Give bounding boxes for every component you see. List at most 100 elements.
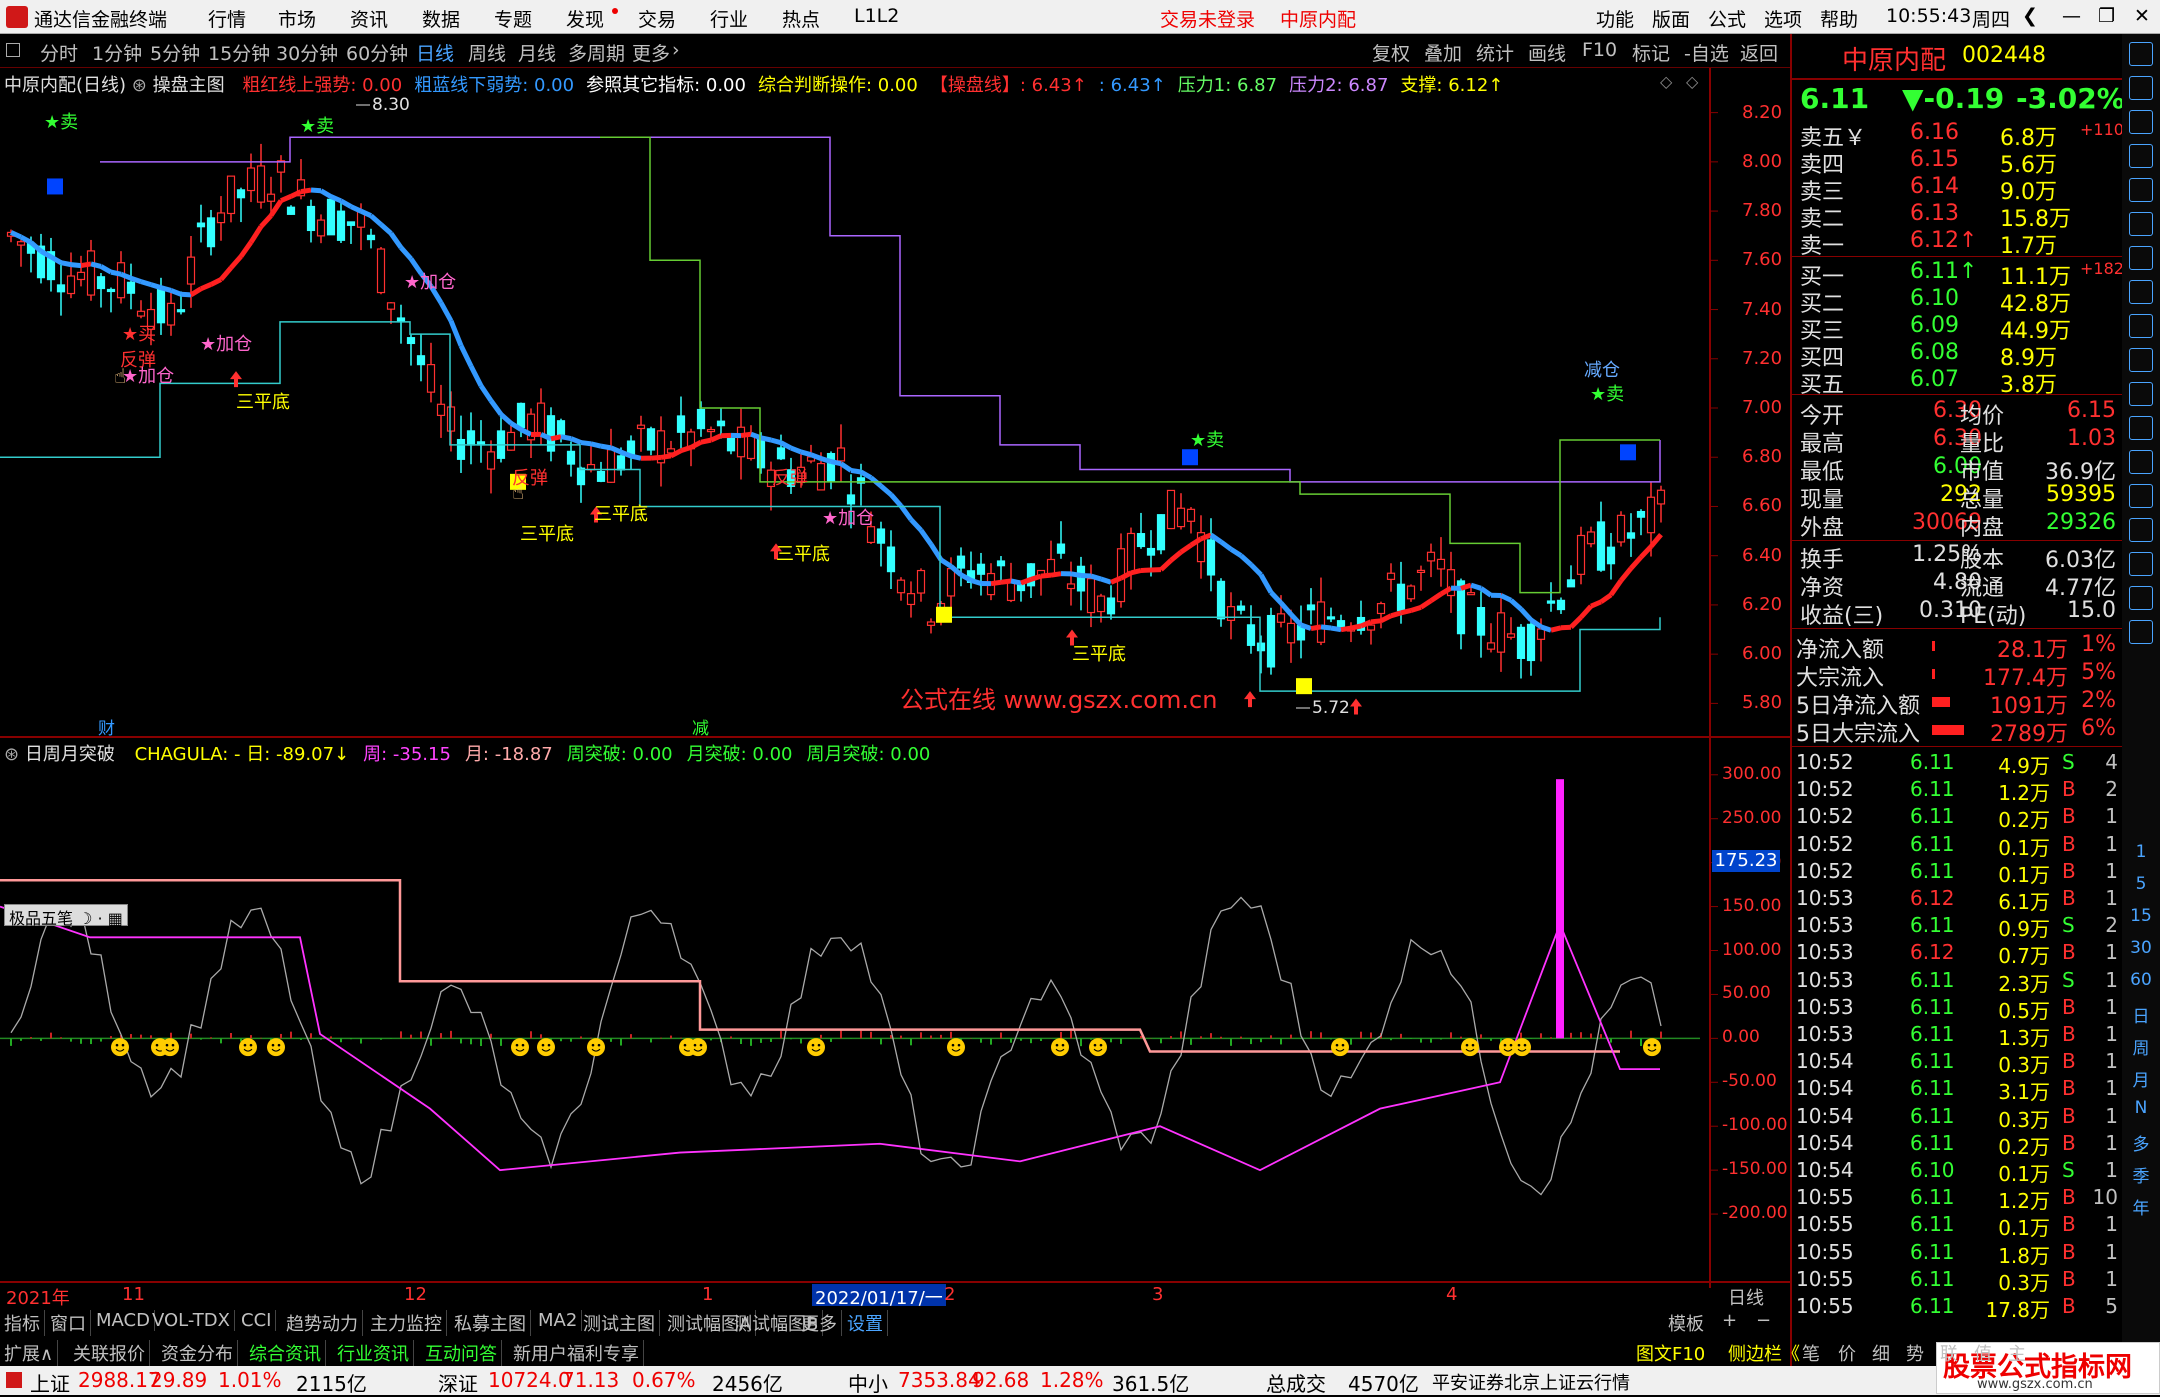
menu-item-shichang[interactable]: 市场 xyxy=(278,5,316,32)
fz-icon[interactable] xyxy=(2129,382,2153,406)
panel-tab[interactable]: 侧边栏《 xyxy=(1728,1340,1800,1366)
orderbook-row[interactable]: 买一6.11↑11.1万+182 xyxy=(1792,259,2122,286)
template-control[interactable]: − xyxy=(1756,1310,1771,1331)
lines-icon[interactable] xyxy=(2129,246,2153,270)
grid-icon[interactable] xyxy=(2129,348,2153,372)
orderbook-row[interactable]: 买三6.0944.9万 xyxy=(1792,313,2122,340)
tick-row[interactable]: 10:536.110.9万S2 xyxy=(1792,913,2122,940)
panel-tab[interactable]: 细 xyxy=(1872,1340,1890,1366)
button-f10[interactable]: F10 xyxy=(1582,39,1617,61)
side-period-button[interactable]: 15 xyxy=(2122,906,2160,926)
diamond-icon[interactable]: ◇ xyxy=(1686,72,1698,91)
info-tab[interactable]: 扩展∧ xyxy=(4,1340,58,1366)
side-period-button[interactable]: 周 xyxy=(2122,1034,2160,1059)
orderbook-row[interactable]: 卖一6.12↑1.7万 xyxy=(1792,228,2122,255)
button-zixuan[interactable]: -自选 xyxy=(1684,39,1729,66)
button-biaoji[interactable]: 标记 xyxy=(1632,39,1670,66)
indicator-tab[interactable]: MACD xyxy=(96,1310,155,1331)
chart-icon[interactable] xyxy=(2129,110,2153,134)
back-arrow-icon[interactable]: ❮ xyxy=(2022,5,2038,27)
side-period-button[interactable]: 5 xyxy=(2122,874,2160,894)
menu-item-zhuanti[interactable]: 专题 xyxy=(494,5,532,32)
menu-item-jiaoyi[interactable]: 交易 xyxy=(638,5,676,32)
moon-icon[interactable]: ☽ xyxy=(78,909,92,928)
period-15min[interactable]: 15分钟 xyxy=(208,39,270,66)
tick-row[interactable]: 10:536.120.7万B1 xyxy=(1792,940,2122,967)
menu-item-zixun[interactable]: 资讯 xyxy=(350,5,388,32)
period-60min[interactable]: 60分钟 xyxy=(346,39,408,66)
period-5min[interactable]: 5分钟 xyxy=(150,39,200,66)
side-period-button[interactable]: 60 xyxy=(2122,970,2160,990)
menu-item-faxian[interactable]: 发现 xyxy=(566,5,604,32)
info-tab[interactable]: 关联报价 xyxy=(73,1340,150,1366)
index-name[interactable]: 中小 xyxy=(848,1368,888,1397)
indicator-tab[interactable]: 趋势动力 xyxy=(286,1310,363,1336)
button-diejia[interactable]: 叠加 xyxy=(1424,39,1462,66)
side-period-button[interactable]: 30 xyxy=(2122,938,2160,958)
side-period-button[interactable]: 年 xyxy=(2122,1194,2160,1219)
button-fuquan[interactable]: 复权 xyxy=(1372,39,1410,66)
diamond-icon[interactable]: ◇ xyxy=(1660,72,1672,91)
close-icon[interactable]: ✕ xyxy=(2134,5,2150,27)
sub-chart-title[interactable]: 日周月突破 xyxy=(25,744,115,765)
indicator-tab[interactable]: MA2 xyxy=(538,1310,582,1331)
indicator-tab[interactable]: 测试主图 xyxy=(583,1310,660,1336)
menu-item-shuju[interactable]: 数据 xyxy=(422,5,460,32)
indicator-tab[interactable]: 指标 xyxy=(4,1310,45,1336)
period-1min[interactable]: 1分钟 xyxy=(92,39,142,66)
ime-toolbox-label[interactable]: 极品五笔 xyxy=(9,909,73,928)
tick-row[interactable]: 10:546.110.3万B1 xyxy=(1792,1049,2122,1076)
restore-icon[interactable]: ❐ xyxy=(2098,5,2115,27)
panel-tab[interactable]: 价 xyxy=(1838,1340,1856,1366)
side-period-button[interactable]: 1 xyxy=(2122,842,2160,862)
panel-tab[interactable]: 势 xyxy=(1906,1340,1924,1366)
indicator-settings-icon[interactable]: ⊛ xyxy=(132,75,147,96)
info-icon[interactable] xyxy=(2129,144,2153,168)
panel-tab[interactable]: 笔 xyxy=(1802,1340,1820,1366)
tick-row[interactable]: 10:536.126.1万B1 xyxy=(1792,886,2122,913)
period-month[interactable]: 月线 xyxy=(518,39,556,66)
menu-item-banmian[interactable]: 版面 xyxy=(1652,5,1690,32)
tick-row[interactable]: 10:536.112.3万S1 xyxy=(1792,968,2122,995)
toolbar-square-icon[interactable] xyxy=(6,43,20,57)
sub-chart-canvas[interactable] xyxy=(0,738,1790,1288)
period-week[interactable]: 周线 xyxy=(468,39,506,66)
info-tab[interactable]: 资金分布 xyxy=(161,1340,238,1366)
side-period-button[interactable]: 多 xyxy=(2122,1130,2160,1155)
main-kline-chart[interactable]: 中原内配(日线) ⊛ 操盘主图 粗红线上强势: 0.00粗蓝线下弱势: 0.00… xyxy=(0,68,1790,738)
sub-indicator-settings-icon[interactable]: ⊛ xyxy=(4,744,19,765)
tick-row[interactable]: 10:536.111.3万B1 xyxy=(1792,1022,2122,1049)
tick-row[interactable]: 10:526.110.1万B1 xyxy=(1792,859,2122,886)
info-tab[interactable]: 综合资讯 xyxy=(249,1340,326,1366)
indicator-tab[interactable]: 主力监控 xyxy=(370,1310,447,1336)
period-fenshi[interactable]: 分时 xyxy=(40,39,78,66)
f10-icon[interactable] xyxy=(2129,280,2153,304)
index-name[interactable]: 上证 xyxy=(30,1368,70,1397)
menu-item-redian[interactable]: 热点 xyxy=(782,5,820,32)
tick-row[interactable]: 10:546.100.1万S1 xyxy=(1792,1158,2122,1185)
menu-item-hangye[interactable]: 行业 xyxy=(710,5,748,32)
menu-item-gongshi[interactable]: 公式 xyxy=(1708,5,1746,32)
orderbook-row[interactable]: 买四6.088.9万 xyxy=(1792,340,2122,367)
move-icon[interactable] xyxy=(2129,552,2153,576)
indicator-tab[interactable]: 窗口 xyxy=(50,1310,91,1336)
side-period-button[interactable]: 月 xyxy=(2122,1066,2160,1091)
button-tongji[interactable]: 统计 xyxy=(1476,39,1514,66)
template-control[interactable]: 模板 xyxy=(1668,1310,1704,1336)
orderbook-row[interactable]: 卖四6.155.6万 xyxy=(1792,147,2122,174)
event-marker[interactable]: 减 xyxy=(692,714,709,739)
side-period-button[interactable]: 季 xyxy=(2122,1162,2160,1187)
trend-icon[interactable] xyxy=(2129,212,2153,236)
kline-icon[interactable] xyxy=(2129,178,2153,202)
button-huaxian[interactable]: 画线 xyxy=(1528,39,1566,66)
indicator-tab[interactable]: 更多 xyxy=(801,1310,842,1336)
bars-icon[interactable] xyxy=(2129,314,2153,338)
menu-item-hangqing[interactable]: 行情 xyxy=(208,5,246,32)
tick-row[interactable]: 10:556.110.1万B1 xyxy=(1792,1212,2122,1239)
info-tab[interactable]: 行业资讯 xyxy=(337,1340,414,1366)
info-tab[interactable]: 互动问答 xyxy=(425,1340,502,1366)
orderbook-row[interactable]: 买五6.073.8万 xyxy=(1792,367,2122,394)
info-tab[interactable]: 新用户福利专享 xyxy=(513,1340,644,1366)
minimize-icon[interactable]: — xyxy=(2062,5,2081,27)
macd-icon[interactable] xyxy=(2129,484,2153,508)
